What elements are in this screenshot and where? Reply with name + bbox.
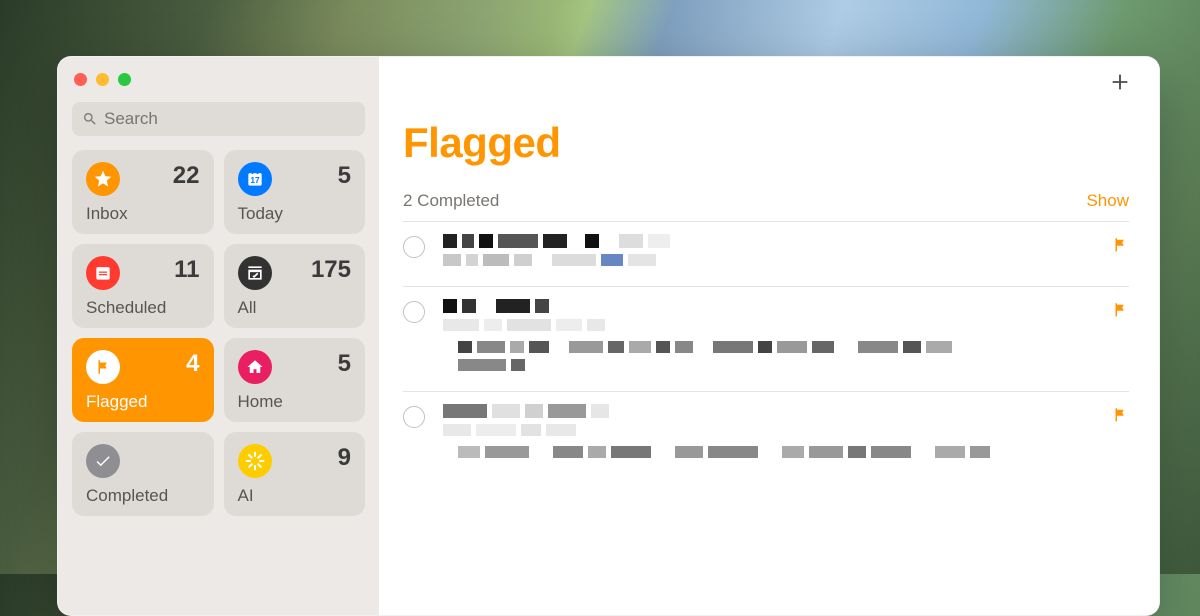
- tile-label: Completed: [86, 486, 200, 506]
- home-icon: [238, 350, 272, 384]
- all-icon: [238, 256, 272, 290]
- tile-count: 11: [174, 256, 199, 284]
- tile-ai[interactable]: 9 AI: [224, 432, 366, 516]
- complete-radio[interactable]: [403, 236, 425, 258]
- search-icon: [82, 111, 98, 127]
- flag-icon[interactable]: [1111, 236, 1129, 272]
- tile-all[interactable]: 175 All: [224, 244, 366, 328]
- inbox-icon: [86, 162, 120, 196]
- add-reminder-button[interactable]: [1109, 71, 1131, 98]
- tile-label: Today: [238, 204, 352, 224]
- tile-home[interactable]: 5 Home: [224, 338, 366, 422]
- tile-label: Inbox: [86, 204, 200, 224]
- tile-count: 175: [311, 256, 351, 284]
- completed-count-text: 2 Completed: [403, 191, 499, 211]
- page-title: Flagged: [403, 119, 1129, 167]
- tile-count: 4: [186, 350, 199, 378]
- search-input[interactable]: [104, 109, 355, 129]
- tile-count: 5: [338, 350, 351, 378]
- complete-radio[interactable]: [403, 406, 425, 428]
- tile-label: Scheduled: [86, 298, 200, 318]
- maximize-window-button[interactable]: [118, 73, 131, 86]
- tile-label: Flagged: [86, 392, 200, 412]
- tile-scheduled[interactable]: 11 Scheduled: [72, 244, 214, 328]
- app-window: 22 Inbox 17 5 Today 11: [57, 56, 1160, 616]
- flagged-icon: [86, 350, 120, 384]
- reminder-body: [443, 404, 1111, 464]
- complete-radio[interactable]: [403, 301, 425, 323]
- tile-completed[interactable]: Completed: [72, 432, 214, 516]
- reminder-body: [443, 234, 1111, 272]
- scheduled-icon: [86, 256, 120, 290]
- today-icon: 17: [238, 162, 272, 196]
- tile-flagged[interactable]: 4 Flagged: [72, 338, 214, 422]
- smart-list-grid: 22 Inbox 17 5 Today 11: [72, 150, 365, 516]
- main-content: Flagged 2 Completed Show: [379, 57, 1159, 615]
- tile-count: 5: [338, 162, 351, 190]
- search-field[interactable]: [72, 102, 365, 136]
- ai-icon: [238, 444, 272, 478]
- close-window-button[interactable]: [74, 73, 87, 86]
- completed-row: 2 Completed Show: [403, 191, 1129, 221]
- reminder-item[interactable]: [403, 391, 1129, 478]
- flag-icon[interactable]: [1111, 301, 1129, 377]
- tile-label: All: [238, 298, 352, 318]
- tile-inbox[interactable]: 22 Inbox: [72, 150, 214, 234]
- minimize-window-button[interactable]: [96, 73, 109, 86]
- traffic-lights: [72, 71, 365, 102]
- show-completed-link[interactable]: Show: [1086, 191, 1129, 211]
- tile-label: AI: [238, 486, 352, 506]
- flag-icon[interactable]: [1111, 406, 1129, 464]
- reminder-body: [443, 299, 1111, 377]
- tile-count: 22: [173, 162, 200, 190]
- tile-label: Home: [238, 392, 352, 412]
- sidebar: 22 Inbox 17 5 Today 11: [58, 57, 379, 615]
- tile-today[interactable]: 17 5 Today: [224, 150, 366, 234]
- tile-count: 9: [338, 444, 351, 472]
- svg-text:17: 17: [250, 175, 260, 185]
- completed-icon: [86, 444, 120, 478]
- reminder-item[interactable]: [403, 221, 1129, 286]
- reminder-item[interactable]: [403, 286, 1129, 391]
